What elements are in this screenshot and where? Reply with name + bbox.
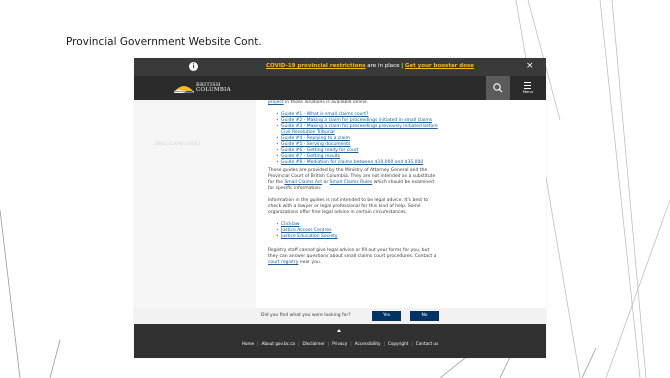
feedback-no-button[interactable]: No xyxy=(410,311,439,321)
main-content: project in those locations is available … xyxy=(268,100,530,308)
feedback-yes-button[interactable]: Yes xyxy=(372,311,401,321)
text-line: Registry staff cannot give legal advice … xyxy=(268,248,430,253)
footer-separator: | xyxy=(298,341,300,346)
intro-line: project in those locations is available … xyxy=(268,100,526,106)
menu-label: Menu xyxy=(522,89,534,94)
list-item: Justice Education Society xyxy=(276,234,526,240)
footer-separator: | xyxy=(350,341,352,346)
banner-message: COVID-19 provincial restrictions are in … xyxy=(266,63,474,69)
bc-sun-logo-icon xyxy=(174,86,194,93)
feedback-question: Did you find what you were looking for? xyxy=(261,313,351,318)
footer-link-contact[interactable]: Contact us xyxy=(416,341,438,346)
small-claims-rules-link[interactable]: Small Claims Rules xyxy=(330,180,373,185)
intro-rest: in those locations is available online. xyxy=(283,100,369,105)
guide-link[interactable]: Guide #5 - Serving documents xyxy=(281,142,350,147)
site-footer: Home | About gov.bc.ca | Disclaimer | Privacy |… xyxy=(134,324,546,358)
text-segment: or xyxy=(322,180,330,185)
text-line: they can answer questions about small cl… xyxy=(268,254,437,259)
guide-link[interactable]: Guide #1 - What is small claims court? xyxy=(281,112,368,117)
footer-link-disclaimer[interactable]: Disclaimer xyxy=(303,341,325,346)
guides-info-paragraph: These guides are provided by the Ministr… xyxy=(268,168,526,192)
text-segment: which should be examined xyxy=(372,180,434,185)
info-icon: i xyxy=(189,62,198,71)
guides-list: Guide #1 - What is small claims court? G… xyxy=(276,112,526,166)
footer-link-privacy[interactable]: Privacy xyxy=(332,341,347,346)
guide-link[interactable]: Guide #8 - Mediation for claims between … xyxy=(281,160,423,165)
footer-separator: | xyxy=(383,341,385,346)
text-segment: near you. xyxy=(298,260,322,265)
website-screenshot: i COVID-19 provincial restrictions are i… xyxy=(134,58,546,358)
slide-title: Provincial Government Website Cont. xyxy=(66,36,262,48)
restrictions-link[interactable]: COVID-19 provincial restrictions xyxy=(266,63,366,69)
footer-separator: | xyxy=(327,341,330,346)
text-line: check with a lawyer or legal professiona… xyxy=(268,204,421,209)
menu-button[interactable]: Menu xyxy=(510,76,546,100)
guide-link-continued[interactable]: Civil Resolution Tribunal xyxy=(281,130,335,135)
footer-separator: | xyxy=(411,341,413,346)
text-line: Information in the guides is not intende… xyxy=(268,198,429,203)
resources-list: Clicklaw Justice Access Centres Justice … xyxy=(276,222,526,240)
text-line: These guides are provided by the Ministr… xyxy=(268,168,428,173)
justice-education-society-link[interactable]: Justice Education Society xyxy=(281,234,338,239)
footer-links: Home | About gov.bc.ca | Disclaimer | Privacy |… xyxy=(134,341,546,346)
small-claims-act-link[interactable]: Small Claims Act xyxy=(284,180,322,185)
sidebar-faint-text: SMALL CLAIMS GUIDES xyxy=(154,141,201,146)
project-link[interactable]: project xyxy=(268,100,284,105)
guide-link[interactable]: Guide #4 - Replying to a claim xyxy=(281,136,350,141)
footer-link-accessibility[interactable]: Accessibility xyxy=(355,341,381,346)
text-line: for specific information. xyxy=(268,186,322,191)
guide-link[interactable]: Guide #7 - Getting results xyxy=(281,154,340,159)
booster-link[interactable]: Get your booster dose xyxy=(405,63,474,69)
text-line: Provincial Court of British Columbia. Th… xyxy=(268,174,436,179)
text-segment: for the xyxy=(268,180,285,185)
feedback-bar: Did you find what you were looking for? … xyxy=(134,308,546,324)
search-icon xyxy=(493,83,503,93)
list-item: Guide #8 - Mediation for claims between … xyxy=(276,160,526,166)
site-header: BRITISH COLUMBIA Menu xyxy=(134,76,546,100)
footer-link-about[interactable]: About gov.bc.ca xyxy=(262,341,296,346)
list-item: Guide #3 - Making a claim for proceeding… xyxy=(276,124,526,136)
guide-link[interactable]: Guide #3 - Making a claim for proceeding… xyxy=(281,124,438,129)
search-button[interactable] xyxy=(486,76,510,100)
registry-paragraph: Registry staff cannot give legal advice … xyxy=(268,248,526,266)
guide-link[interactable]: Guide #2 - Making a claim for proceeding… xyxy=(281,118,432,123)
close-icon[interactable]: × xyxy=(526,61,534,71)
bc-logo[interactable]: BRITISH COLUMBIA xyxy=(174,81,234,95)
footer-link-home[interactable]: Home xyxy=(242,341,254,346)
court-registry-link[interactable]: court registry xyxy=(268,260,298,265)
footer-separator: | xyxy=(257,341,259,346)
guide-link[interactable]: Guide #6 - Getting ready for court xyxy=(281,148,358,153)
back-to-top-icon[interactable] xyxy=(337,329,341,332)
presentation-slide: Provincial Government Website Cont. i CO… xyxy=(0,0,670,378)
hamburger-menu-icon xyxy=(524,82,531,89)
logo-line-columbia: COLUMBIA xyxy=(196,87,231,93)
clicklaw-link[interactable]: Clicklaw xyxy=(281,222,299,227)
footer-link-copyright[interactable]: Copyright xyxy=(388,341,408,346)
justice-access-centres-link[interactable]: Justice Access Centres xyxy=(281,228,331,233)
covid-alert-banner: i COVID-19 provincial restrictions are i… xyxy=(134,58,546,76)
legal-advice-paragraph: Information in the guides is not intende… xyxy=(268,198,526,216)
text-line: organizations offer free legal advice in… xyxy=(268,210,408,215)
banner-middle-text: are in place | xyxy=(365,63,405,69)
